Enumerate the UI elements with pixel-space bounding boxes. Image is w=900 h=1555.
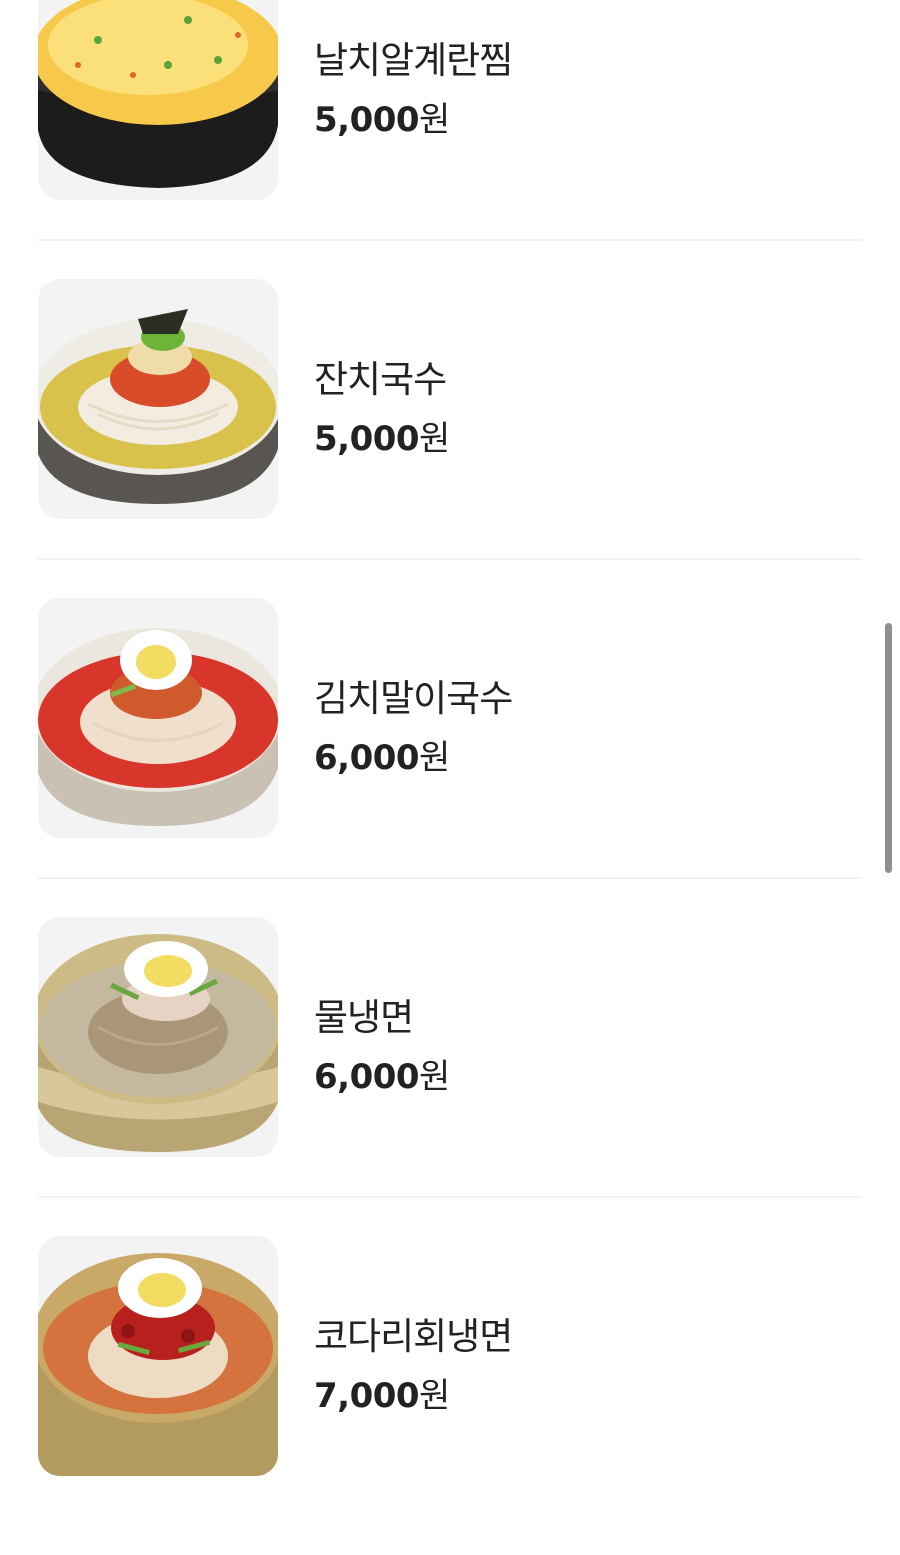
price-amount: 5,000 [314, 419, 420, 459]
menu-item-price: 5,000원 [314, 100, 512, 140]
price-amount: 6,000 [314, 1057, 420, 1097]
menu-item-name: 김치말이국수 [314, 677, 513, 720]
price-unit: 원 [419, 738, 450, 778]
banquet-noodles-image [38, 279, 278, 519]
kimchi-noodles-image [38, 598, 278, 838]
cold-noodles-image [38, 917, 278, 1157]
menu-item-price: 5,000원 [314, 419, 450, 459]
menu-item-name: 코다리회냉면 [314, 1315, 513, 1358]
menu-item-info: 물냉면 6,000원 [314, 995, 450, 1097]
menu-item[interactable]: 물냉면 6,000원 [0, 917, 900, 1236]
menu-item[interactable]: 김치말이국수 6,000원 [0, 598, 900, 917]
price-unit: 원 [419, 1376, 450, 1416]
divider [38, 877, 862, 879]
menu-item-name: 물냉면 [314, 996, 414, 1039]
menu-item-price: 7,000원 [314, 1376, 512, 1416]
menu-item-info: 김치말이국수 6,000원 [314, 676, 513, 778]
menu-item[interactable]: 날치알계란찜 5,000원 [0, 0, 900, 279]
menu-item-price: 6,000원 [314, 738, 512, 778]
price-amount: 7,000 [314, 1376, 420, 1416]
menu-list: 날치알계란찜 5,000원 잔치국수 5,000원 김치말이국수 6,000원 … [0, 0, 900, 1555]
divider [38, 1196, 862, 1198]
spicy-cold-noodles-image [38, 1236, 278, 1476]
price-unit: 원 [419, 419, 450, 459]
menu-item-name: 잔치국수 [314, 358, 447, 401]
price-unit: 원 [419, 100, 450, 140]
menu-item-info: 잔치국수 5,000원 [314, 357, 450, 459]
menu-item-name: 날치알계란찜 [314, 39, 513, 82]
divider [38, 558, 862, 560]
steamed-egg-image [38, 0, 278, 200]
menu-item-price: 6,000원 [314, 1057, 450, 1097]
price-unit: 원 [419, 1057, 450, 1097]
menu-item-info: 코다리회냉면 7,000원 [314, 1314, 513, 1416]
menu-item[interactable]: 코다리회냉면 7,000원 [0, 1236, 900, 1555]
price-amount: 6,000 [314, 738, 420, 778]
divider [38, 239, 862, 241]
menu-item[interactable]: 잔치국수 5,000원 [0, 279, 900, 598]
price-amount: 5,000 [314, 100, 420, 140]
scrollbar[interactable] [885, 623, 892, 873]
menu-item-info: 날치알계란찜 5,000원 [314, 38, 513, 140]
